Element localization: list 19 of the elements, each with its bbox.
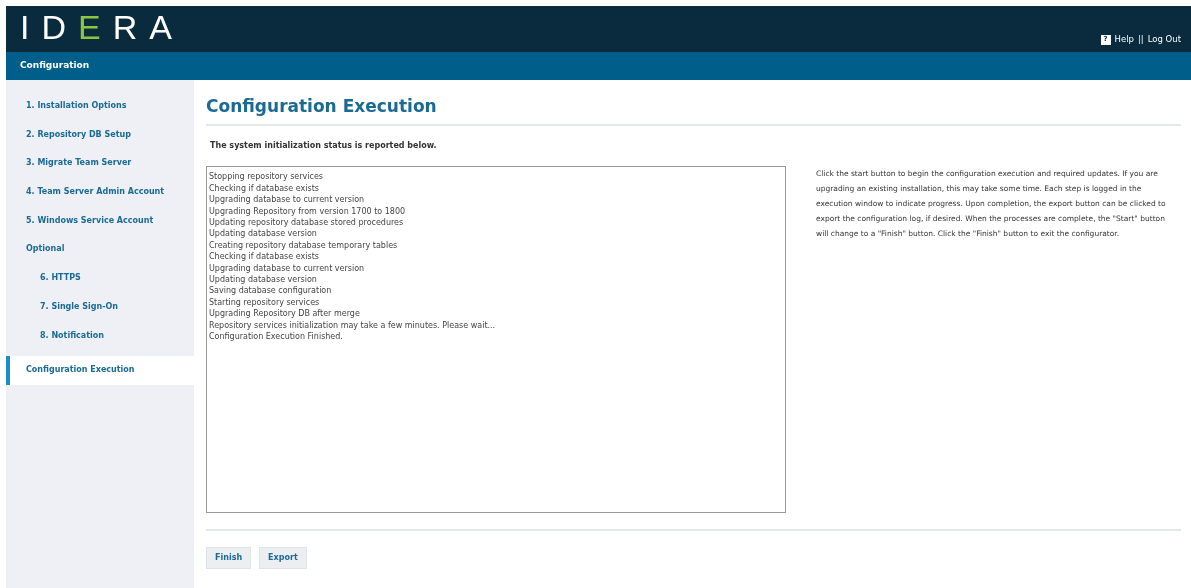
sidebar-item[interactable]: 6. HTTPS xyxy=(6,264,194,293)
help-link[interactable]: Help xyxy=(1114,33,1134,46)
sidebar-item[interactable]: 5. Windows Service Account xyxy=(6,206,194,236)
action-button[interactable]: Export xyxy=(259,547,307,570)
log-out-link[interactable]: Log Out xyxy=(1147,33,1181,46)
page-title: Configuration Execution xyxy=(206,96,438,117)
sidebar-item[interactable]: 4. Team Server Admin Account xyxy=(6,178,194,207)
execution-log-field[interactable]: Stopping repository services Checking if database exists Upgrading database to current version Upgrading Repository from version 1700 to 1800 Updating repository database stored procedures Updating database version Creating repository database temporary tables Checking if database exists Upgrading database to current version Updating database version Saving database configuration Starting repository services Upgrading Repository DB after merge Repository services initialization may take a few minutes. Please wait... Configuration Execution Finished. xyxy=(206,166,786,514)
sidebar-item[interactable]: 8. Notification xyxy=(6,321,194,351)
sidebar-item[interactable]: 1. Installation Options xyxy=(6,92,194,121)
link-separator: || xyxy=(1137,33,1144,46)
status-intro: The system initialization status is reported below. xyxy=(210,140,438,153)
sidebar-item[interactable]: 3. Migrate Team Server xyxy=(6,149,194,179)
sidebar-item[interactable]: 7. Single Sign-On xyxy=(6,292,194,322)
sidebar-item[interactable]: Configuration Execution xyxy=(6,356,194,386)
sidebar-item[interactable]: Optional xyxy=(6,235,194,265)
sidebar-item[interactable]: 2. Repository DB Setup xyxy=(6,120,194,150)
section-title: Configuration xyxy=(20,59,90,73)
action-button[interactable]: Finish xyxy=(206,547,252,570)
